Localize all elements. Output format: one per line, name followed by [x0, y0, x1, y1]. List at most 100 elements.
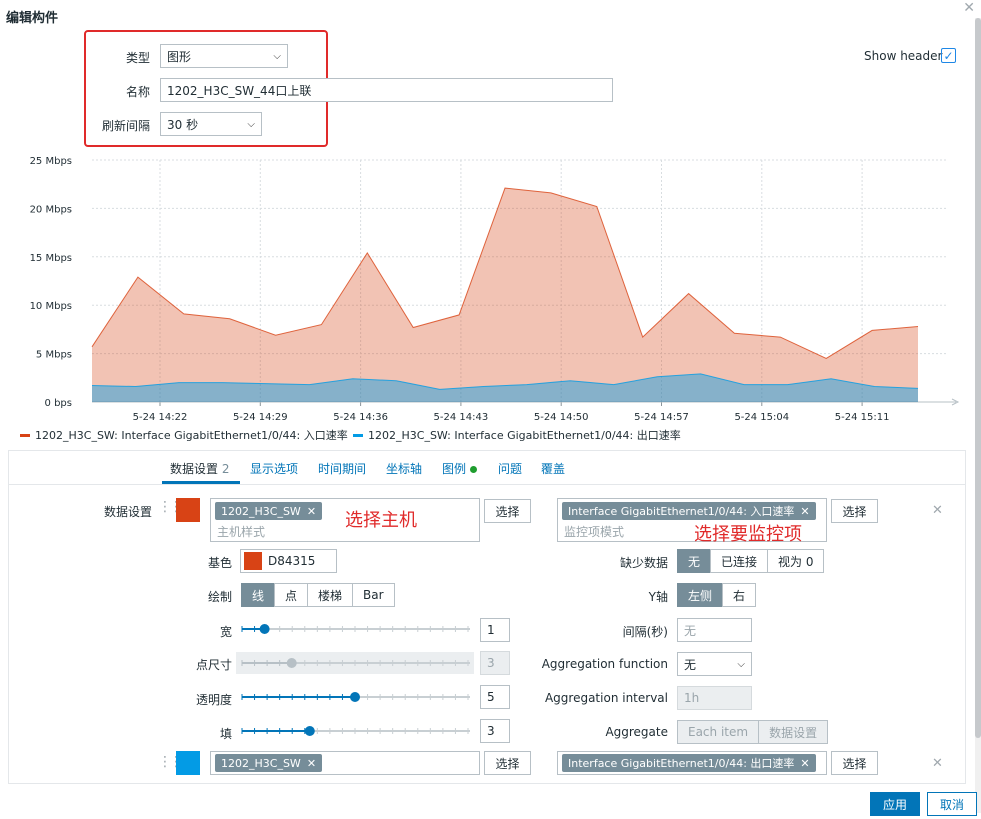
item-select-button[interactable]: 选择: [831, 499, 878, 523]
remove-dataset-icon[interactable]: ✕: [932, 503, 943, 518]
base-color-label: 基色: [207, 556, 232, 570]
item-pattern-field-2[interactable]: Interface GigabitEthernet1/0/44: 出口速率 ✕: [557, 751, 827, 775]
tab-overrides[interactable]: 覆盖: [541, 460, 565, 477]
y-tick-label: 10 Mbps: [30, 301, 72, 312]
fill-slider[interactable]: [240, 721, 472, 741]
slider-knob: [304, 726, 315, 736]
draw-label: 绘制: [207, 590, 232, 604]
tab-legend-label: 图例: [442, 462, 467, 476]
refresh-select[interactable]: 30 秒 ⌵: [160, 112, 262, 136]
base-color-value: D84315: [268, 554, 316, 568]
slider-knob: [350, 692, 360, 702]
host-tag-2-label: 1202_H3C_SW: [221, 756, 301, 770]
aggregate-each-item-option: Each item: [677, 720, 760, 744]
base-color-input[interactable]: D84315: [240, 549, 337, 573]
agg-interval-input: 1h: [677, 686, 752, 710]
missing-none-option[interactable]: 无: [677, 549, 712, 573]
missing-connected-option[interactable]: 已连接: [710, 549, 769, 573]
chevron-down-icon: ⌵: [737, 658, 745, 670]
show-header-checkbox[interactable]: ✓: [941, 48, 956, 63]
transparency-input[interactable]: 5: [480, 685, 510, 709]
close-icon[interactable]: ✕: [963, 0, 975, 16]
host-tag-label: 1202_H3C_SW: [221, 504, 301, 518]
type-label: 类型: [125, 51, 150, 65]
chart-svg: 0 bps 5 Mbps 10 Mbps 15 Mbps 20 Mbps 25 Mbps 5…: [30, 156, 960, 423]
cancel-button[interactable]: 取消: [927, 792, 978, 816]
annotation-select-item: 选择要监控项: [694, 524, 802, 545]
legend-item-out: 1202_H3C_SW: Interface GigabitEthernet1/…: [353, 427, 681, 443]
item-placeholder: 监控项模式: [564, 525, 625, 539]
refresh-select-value: 30 秒: [167, 117, 199, 132]
legend-swatch-in: [20, 433, 30, 437]
missing-data-label: 缺少数据: [619, 556, 668, 570]
legend-label-out: 1202_H3C_SW: Interface GigabitEthernet1/…: [368, 429, 681, 442]
chevron-down-icon: ⌵: [273, 50, 281, 62]
dataset-label: 数据设置: [103, 505, 152, 519]
draw-staircase-option[interactable]: 楼梯: [307, 583, 354, 607]
yaxis-segmented: 左侧 右: [677, 583, 757, 607]
yaxis-label: Y轴: [648, 590, 668, 604]
series-in-area: [92, 188, 918, 402]
item-tag-2-label: Interface GigabitEthernet1/0/44: 出口速率: [568, 757, 795, 770]
item-select-button-2[interactable]: 选择: [831, 751, 878, 775]
remove-tag-icon[interactable]: ✕: [800, 757, 809, 770]
host-tag-2: 1202_H3C_SW ✕: [215, 754, 323, 772]
chevron-down-icon: ⌵: [247, 118, 255, 130]
annotation-select-host: 选择主机: [345, 510, 417, 531]
x-tick-label: 5-24 14:43: [434, 412, 489, 423]
aggregate-segmented: Each item 数据设置: [677, 720, 829, 744]
draw-bar-option[interactable]: Bar: [352, 583, 395, 607]
yaxis-left-option[interactable]: 左侧: [677, 583, 724, 607]
name-input[interactable]: 1202_H3C_SW_44口上联: [160, 78, 613, 102]
remove-dataset-icon[interactable]: ✕: [932, 756, 943, 771]
name-label: 名称: [125, 85, 150, 99]
legend-label-in: 1202_H3C_SW: Interface GigabitEthernet1/…: [35, 429, 348, 442]
host-placeholder: 主机样式: [217, 525, 266, 539]
interval-input[interactable]: 无: [677, 618, 752, 642]
width-label: 宽: [219, 625, 232, 639]
agg-function-select[interactable]: 无 ⌵: [677, 652, 752, 676]
x-tick-label: 5-24 14:57: [634, 412, 689, 423]
x-tick-label: 5-24 15:04: [734, 412, 789, 423]
host-select-button[interactable]: 选择: [484, 499, 531, 523]
y-tick-label: 20 Mbps: [30, 204, 72, 215]
dataset2-color-swatch[interactable]: [176, 751, 200, 775]
host-pattern-field-2[interactable]: 1202_H3C_SW ✕: [210, 751, 480, 775]
dataset1-color-swatch[interactable]: [176, 498, 200, 522]
tab-axes[interactable]: 坐标轴: [386, 460, 422, 477]
slider-knob: [259, 624, 270, 634]
transparency-slider[interactable]: [240, 687, 472, 707]
tab-problems[interactable]: 问题: [498, 460, 522, 477]
x-tick-label: 5-24 14:50: [534, 412, 589, 423]
width-slider[interactable]: [240, 619, 472, 639]
draw-line-option[interactable]: 线: [241, 583, 276, 607]
dialog-title: 编辑构件: [6, 11, 59, 26]
point-size-label: 点尺寸: [195, 658, 232, 672]
missing-zero-option[interactable]: 视为 0: [767, 549, 825, 573]
y-tick-label: 5 Mbps: [36, 350, 72, 361]
yaxis-right-option[interactable]: 右: [722, 583, 757, 607]
check-icon: ✓: [943, 48, 954, 63]
remove-tag-icon[interactable]: ✕: [800, 505, 809, 518]
tab-dataset-count: 2: [221, 462, 230, 476]
slider-knob: [286, 658, 297, 668]
type-select-value: 图形: [167, 49, 192, 64]
host-tag: 1202_H3C_SW ✕: [215, 502, 323, 520]
x-tick-label: 5-24 14:22: [133, 412, 188, 423]
tab-time-period[interactable]: 时间期间: [318, 460, 366, 477]
remove-tag-icon[interactable]: ✕: [307, 757, 316, 770]
y-tick-label: 15 Mbps: [30, 253, 72, 264]
agg-function-value: 无: [684, 657, 697, 672]
tab-legend[interactable]: 图例: [442, 460, 477, 477]
draw-points-option[interactable]: 点: [274, 583, 309, 607]
fill-input[interactable]: 3: [480, 719, 510, 743]
width-input[interactable]: 1: [480, 618, 510, 642]
remove-tag-icon[interactable]: ✕: [307, 505, 316, 518]
tab-display-options[interactable]: 显示选项: [250, 460, 298, 477]
apply-button[interactable]: 应用: [870, 792, 921, 816]
host-select-button-2[interactable]: 选择: [484, 751, 531, 775]
tab-dataset[interactable]: 数据设置 2: [170, 460, 229, 477]
scrollbar-thumb[interactable]: [975, 18, 981, 738]
type-select[interactable]: 图形 ⌵: [160, 44, 288, 68]
missing-data-segmented: 无 已连接 视为 0: [677, 549, 825, 573]
